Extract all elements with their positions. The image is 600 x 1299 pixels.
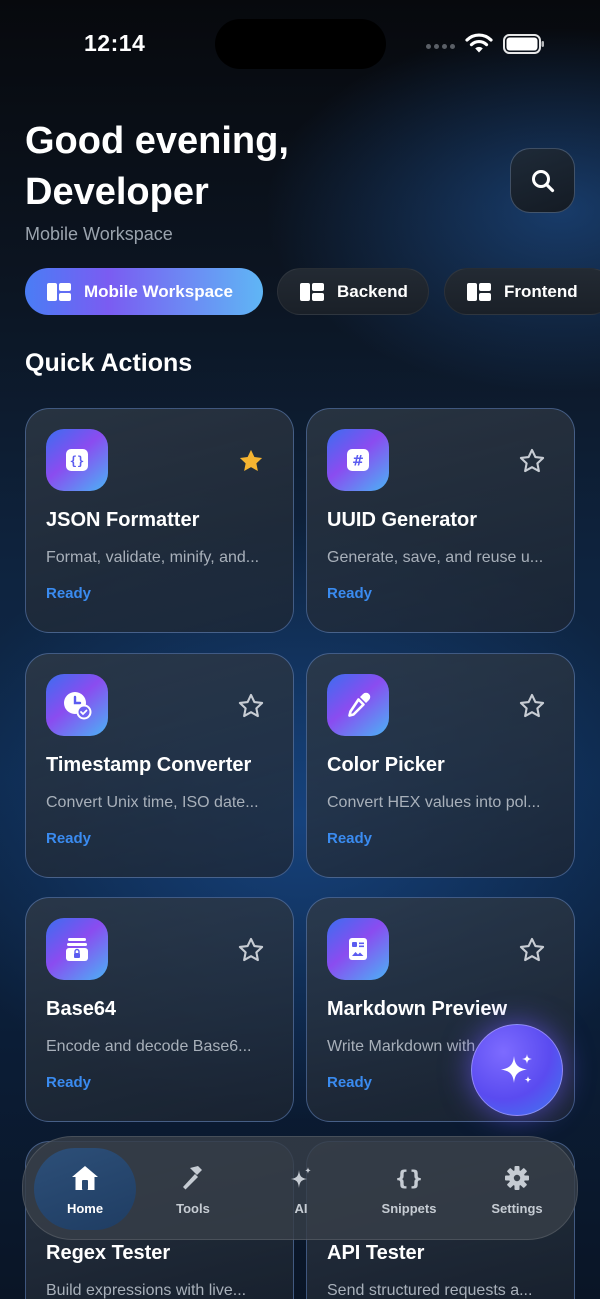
workspace-chip-label: Frontend [504,281,578,301]
tab-label: Snippets [381,1201,437,1216]
tab-label: Settings [491,1201,543,1216]
tool-card-status: Ready [327,1074,373,1091]
tool-card-description: Convert HEX values into pol... [327,794,541,811]
tab-label: AI [294,1201,308,1216]
tab-label: Home [66,1201,104,1216]
tool-card-title: Markdown Preview [327,998,508,1020]
tool-card-status: Ready [46,830,92,847]
current-workspace-label: Mobile Workspace [25,224,173,244]
tool-card-status: Ready [46,585,92,602]
braces-icon: {} [394,1163,424,1193]
tool-card-title: Color Picker [327,754,445,776]
wifi-icon [465,33,493,53]
tool-card-json-formatter[interactable]: {} JSON Formatter Format, validate, mini… [25,408,294,633]
favorite-star-icon[interactable] [237,692,265,720]
search-icon [531,169,554,192]
ai-assistant-button[interactable] [471,1024,563,1116]
hammer-icon [178,1163,208,1193]
tab-ai[interactable]: AI [251,1137,351,1241]
hash-icon: # [327,429,389,491]
home-icon [70,1163,100,1193]
workspace-chip-mobile[interactable]: Mobile Workspace [25,268,263,315]
favorite-star-icon[interactable] [237,447,265,475]
sparkles-icon [501,1054,532,1084]
tool-card-color-picker[interactable]: Color Picker Convert HEX values into pol… [306,653,575,878]
tab-snippets[interactable]: {} Snippets [359,1137,459,1241]
tab-tools[interactable]: Tools [143,1137,243,1241]
favorite-star-icon[interactable] [518,447,546,475]
gear-icon [502,1163,532,1193]
tool-card-title: Regex Tester [46,1242,171,1264]
tool-card-description: Encode and decode Base6... [46,1038,252,1055]
tool-card-description: Generate, save, and reuse u... [327,549,544,566]
eyedropper-icon [327,674,389,736]
tool-card-uuid-generator[interactable]: # UUID Generator Generate, save, and reu… [306,408,575,633]
tool-card-description: Send structured requests a... [327,1282,533,1299]
cellular-signal-icon [426,44,455,49]
workspace-chip-backend[interactable]: Backend [277,268,429,315]
tool-card-description: Build expressions with live... [46,1282,247,1299]
status-time: 12:14 [84,30,146,56]
workspace-chip-frontend[interactable]: Frontend [444,268,600,315]
search-button[interactable] [510,148,575,213]
workspace-chip-label: Backend [337,281,408,301]
tool-card-status: Ready [327,585,373,602]
tool-card-description: Convert Unix time, ISO date... [46,794,259,811]
workspace-icon [467,282,491,301]
tab-bar: Home Tools AI {} Snippets Settings [22,1136,578,1240]
sparkles-icon [286,1163,316,1193]
tool-card-title: Timestamp Converter [46,754,252,776]
tool-card-timestamp-converter[interactable]: Timestamp Converter Convert Unix time, I… [25,653,294,878]
tool-card-title: UUID Generator [327,509,478,531]
svg-text:{}: {} [395,1166,423,1190]
workspace-selector: Mobile Workspace Backend Frontend [25,268,600,316]
tool-card-title: API Tester [327,1242,425,1264]
workspace-icon [47,282,71,301]
favorite-star-icon[interactable] [237,936,265,964]
tool-card-title: JSON Formatter [46,509,200,531]
favorite-star-icon[interactable] [518,692,546,720]
tool-card-status: Ready [327,830,373,847]
status-bar: 12:14 [0,0,600,90]
favorite-star-icon[interactable] [518,936,546,964]
tool-card-description: Format, validate, minify, and... [46,549,260,566]
tool-card-title: Base64 [46,998,117,1020]
tool-card-status: Ready [46,1074,92,1091]
user-name: Developer [25,171,209,213]
archive-lock-icon [46,918,108,980]
tool-card-base64[interactable]: Base64 Encode and decode Base6... Ready [25,897,294,1122]
tab-label: Tools [176,1201,210,1216]
tab-settings[interactable]: Settings [467,1137,567,1241]
svg-text:#: # [352,454,364,470]
clock-check-icon [46,674,108,736]
workspace-icon [300,282,324,301]
braces-icon: {} [46,429,108,491]
section-title-quick-actions: Quick Actions [25,349,193,377]
dynamic-island [215,19,386,69]
tab-home[interactable]: Home [35,1137,135,1241]
document-icon [327,918,389,980]
workspace-chip-label: Mobile Workspace [84,281,233,301]
svg-text:{}: {} [70,454,84,468]
greeting-line: Good evening, [25,120,289,162]
battery-icon [503,34,544,54]
page-title: Good evening, Developer [25,116,445,218]
